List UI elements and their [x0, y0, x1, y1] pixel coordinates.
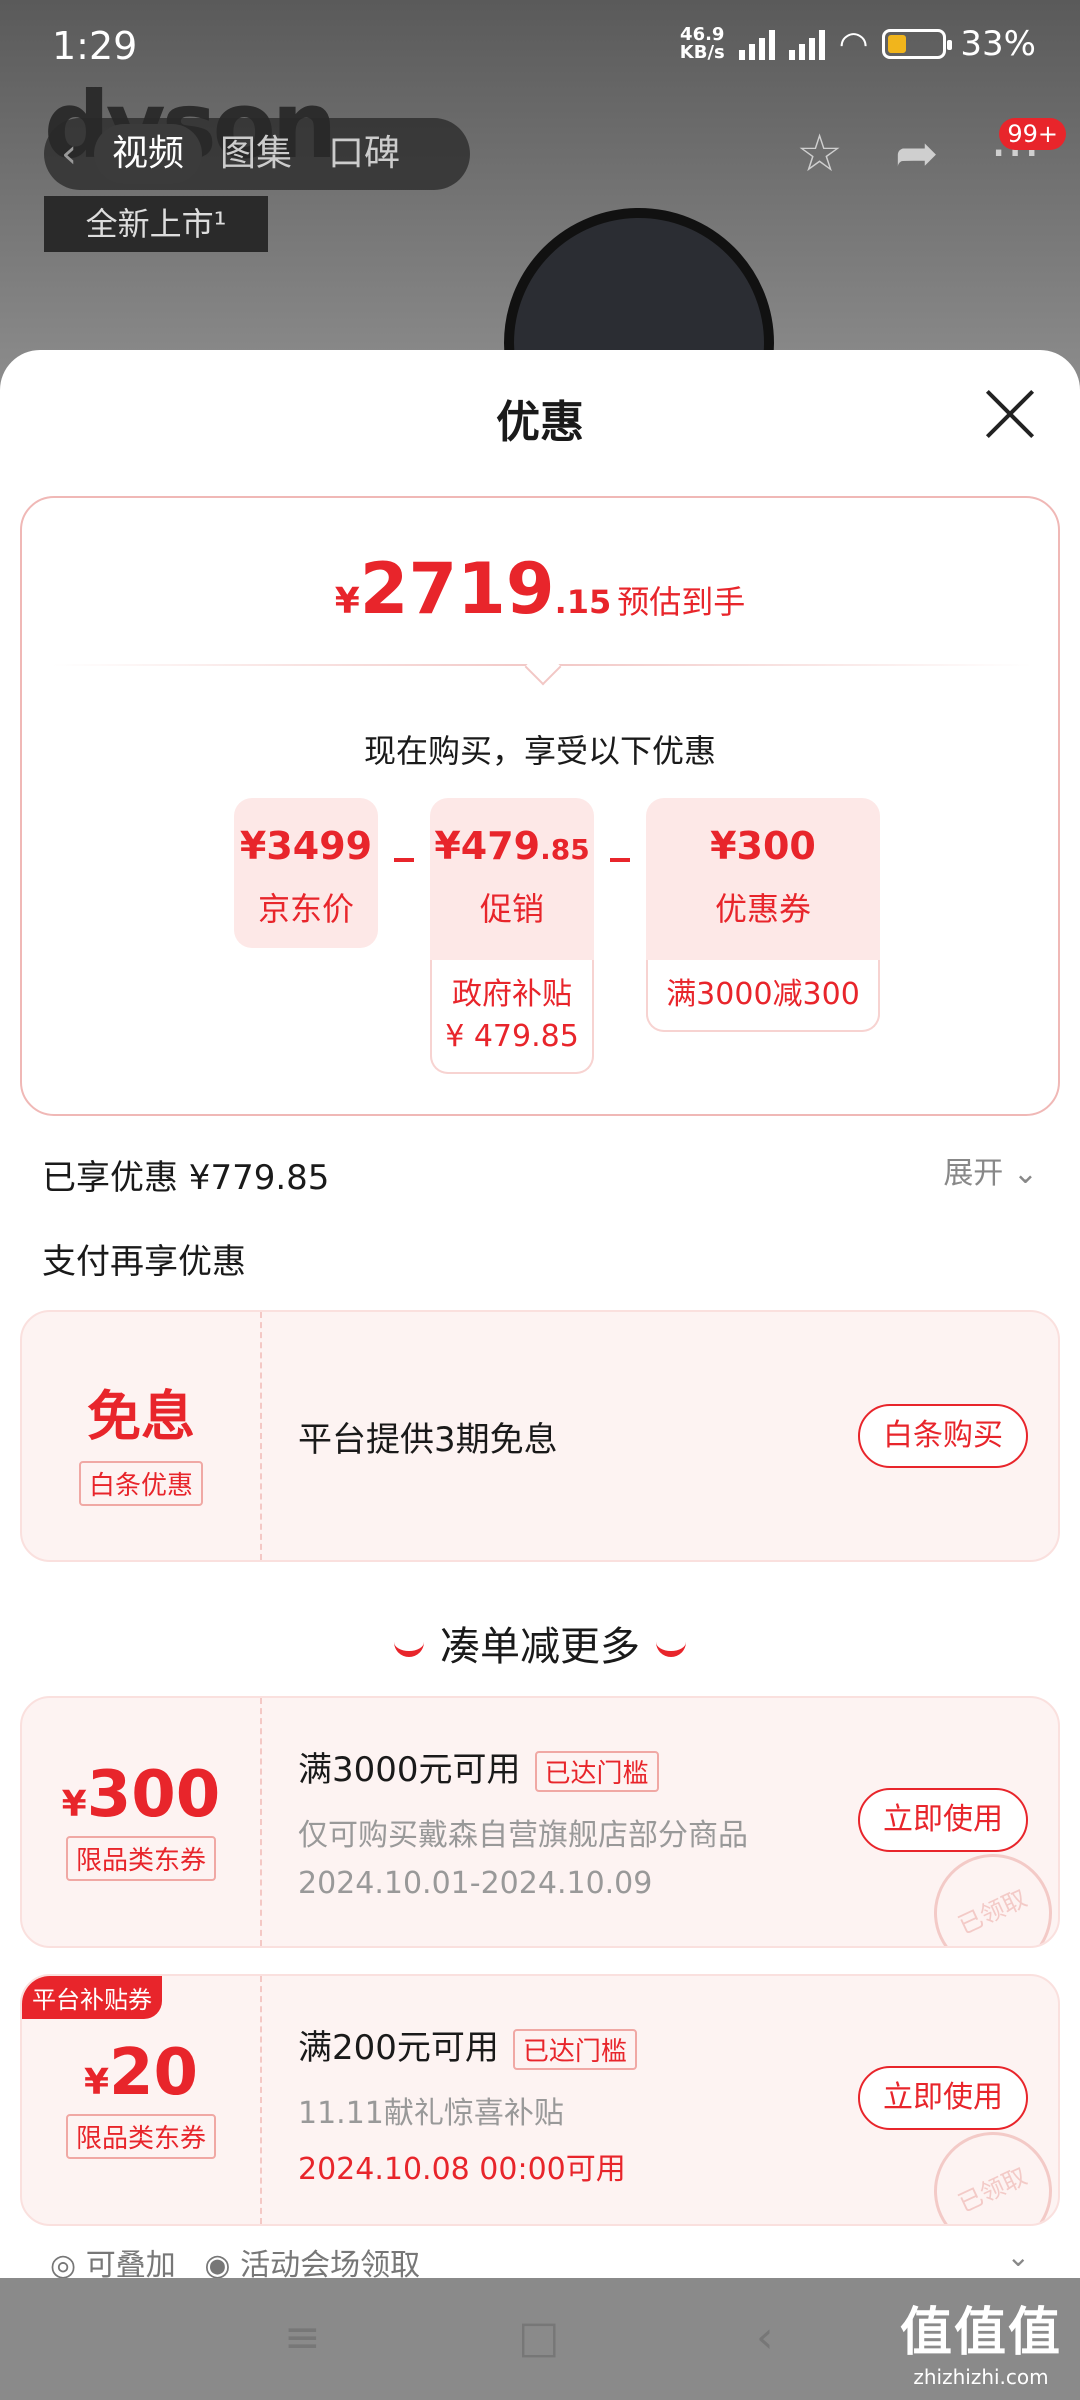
- chevron-down-icon: ⌄: [1012, 1156, 1038, 1191]
- notification-badge: 99+: [999, 118, 1066, 150]
- enjoyed-discount: 已享优惠 ¥779.85: [42, 1158, 330, 1198]
- product-page-background: 1:29 46.9 KB/s ◠ 33% dyson ‹ 视频 图集 口碑 ☆ …: [0, 0, 1080, 400]
- coupon-desc: 仅可购买戴森自营旗舰店部分商品: [298, 1818, 748, 1853]
- coupon-footer: ◎ 可叠加 ◉ 活动会场领取: [50, 2240, 420, 2278]
- tab-video[interactable]: 视频: [94, 124, 203, 184]
- media-tabs: ‹ 视频 图集 口碑: [44, 118, 470, 190]
- watermark: 值值值 zhizhizhi.com: [899, 2303, 1062, 2389]
- coupon-amount: 300: [86, 1758, 221, 1832]
- expand-button[interactable]: 展开 ⌄: [943, 1148, 1038, 1192]
- status-time: 1:29: [52, 24, 138, 68]
- price-summary-card: ¥2719.15 预估到手 现在购买，享受以下优惠 ¥3499 京东价 ¥479.…: [20, 496, 1060, 1116]
- baitiao-tag: 白条优惠: [78, 1461, 203, 1506]
- threshold-badge: 已达门槛: [534, 1751, 659, 1792]
- coupon-date: 2024.10.01-2024.10.09: [298, 1866, 653, 1901]
- coupon-tag: 限品类东券: [65, 1836, 216, 1881]
- more-title: 凑单减更多: [0, 1614, 1080, 1672]
- coupon-amount: 20: [109, 2036, 199, 2110]
- divider-notch: [524, 648, 562, 686]
- gov-subsidy: 政府补贴 ¥ 479.85: [430, 960, 594, 1074]
- menu-icon[interactable]: ≡: [284, 2312, 321, 2363]
- calc-promotion: ¥479.85 促销 政府补贴 ¥ 479.85: [430, 798, 594, 1074]
- battery-icon: [882, 29, 953, 59]
- smile-icon: [656, 1641, 686, 1657]
- signal-icon: [738, 28, 775, 60]
- calc-jd-price: ¥3499 京东价: [234, 798, 378, 948]
- pay-more-title: 支付再享优惠: [42, 1242, 246, 1282]
- buy-now-subtitle: 现在购买，享受以下优惠: [363, 732, 716, 770]
- coupon-card: ¥20 限品类东券 平台补贴券 满200元可用 已达门槛 11.11献礼惊喜补贴 …: [20, 1974, 1060, 2226]
- stack-icon: ◎: [50, 2248, 77, 2278]
- back-nav-icon[interactable]: ‹: [756, 2312, 774, 2363]
- baitiao-panel: 免息 白条优惠 平台提供3期免息 白条购买: [20, 1310, 1060, 1562]
- share-icon[interactable]: ➦: [895, 124, 939, 184]
- net-speed: 46.9 KB/s: [679, 24, 725, 63]
- discount-sheet: 优惠 ¥2719.15 预估到手 现在购买，享受以下优惠 ¥3499 京东价 ¥4…: [0, 350, 1080, 2278]
- home-icon[interactable]: □: [518, 2312, 560, 2363]
- estimated-price: ¥2719.15 预估到手: [334, 548, 746, 630]
- tab-reviews[interactable]: 口碑: [310, 124, 418, 184]
- wifi-icon: ◠: [838, 24, 869, 64]
- minus-sign: [394, 858, 414, 862]
- minus-sign: [610, 858, 630, 862]
- calc-coupon: ¥300 优惠券 满3000减300: [646, 798, 880, 1032]
- coupon-threshold: 满3000减300: [646, 960, 880, 1032]
- platform-subsidy-tag: 平台补贴券: [22, 1976, 162, 2019]
- chevron-down-icon[interactable]: ⌄: [1007, 2240, 1030, 2273]
- coupon-title: 满200元可用: [298, 2028, 499, 2068]
- smile-icon: [394, 1641, 424, 1657]
- star-icon[interactable]: ☆: [796, 124, 843, 184]
- interest-free-label: 免息: [87, 1385, 195, 1448]
- tab-gallery[interactable]: 图集: [202, 124, 310, 184]
- venue-icon: ◉: [204, 2248, 231, 2278]
- new-arrival-tag: 全新上市¹: [44, 196, 268, 252]
- coupon-tag: 限品类东券: [65, 2114, 216, 2159]
- sheet-title: 优惠: [496, 397, 584, 448]
- coupon-card: ¥300 限品类东券 满3000元可用 已达门槛 仅可购买戴森自营旗舰店部分商品 …: [20, 1696, 1060, 1948]
- coupon-desc: 11.11献礼惊喜补贴: [298, 2096, 564, 2131]
- signal-icon-2: [788, 28, 825, 60]
- battery-percent: 33%: [960, 24, 1036, 64]
- use-now-button[interactable]: 立即使用: [858, 1788, 1028, 1852]
- coupon-title: 满3000元可用: [298, 1750, 521, 1790]
- coupon-date: 2024.10.08 00:00可用: [298, 2152, 626, 2187]
- baitiao-buy-button[interactable]: 白条购买: [858, 1404, 1028, 1468]
- use-now-button[interactable]: 立即使用: [858, 2066, 1028, 2130]
- close-icon[interactable]: [984, 388, 1036, 440]
- back-icon[interactable]: ‹: [44, 131, 94, 177]
- baitiao-desc: 平台提供3期免息: [298, 1420, 558, 1460]
- threshold-badge: 已达门槛: [512, 2029, 637, 2070]
